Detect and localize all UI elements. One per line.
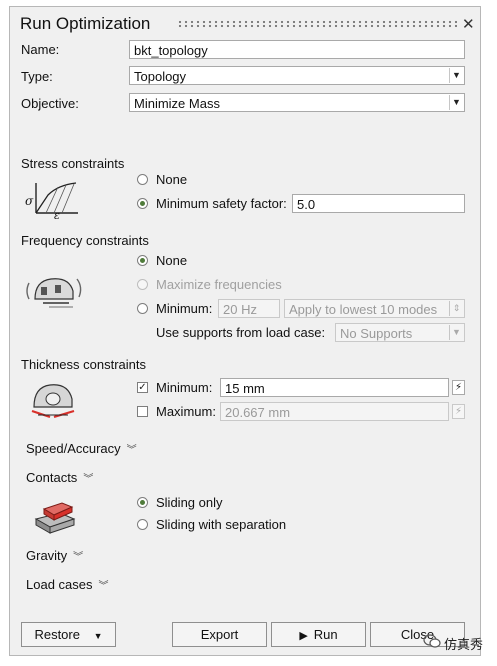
epsilon-symbol: ε [54, 209, 60, 219]
thickness-min-label[interactable]: Minimum: [156, 380, 212, 395]
supports-load-case-label: Use supports from load case: [156, 325, 326, 340]
supports-load-case-value: No Supports [340, 326, 413, 341]
objective-select-value: Minimize Mass [134, 96, 220, 111]
chevron-down-icon: ▼ [93, 631, 103, 641]
sigma-symbol: σ [25, 194, 34, 208]
run-optimization-dialog: Run Optimization ✕ Name: bkt_topology Ty… [9, 6, 481, 656]
drag-handle[interactable] [177, 20, 457, 28]
thickness-part-icon [31, 384, 75, 419]
lightning-icon[interactable]: ⚡ [452, 380, 465, 395]
frequency-minimum-radio[interactable] [137, 303, 148, 314]
double-chevron-down-icon: ︾ [73, 552, 84, 563]
frequency-apply-value: Apply to lowest 10 modes [289, 302, 438, 317]
load-cases-label: Load cases [26, 577, 93, 592]
name-input[interactable]: bkt_topology [129, 40, 465, 59]
contacts-separation-radio[interactable] [137, 519, 148, 530]
type-select-value: Topology [134, 69, 187, 84]
contacts-label: Contacts [26, 470, 78, 485]
vibrating-part-icon [26, 278, 82, 308]
export-button[interactable]: Export [172, 622, 267, 647]
name-label: Name: [21, 42, 60, 57]
stress-none-label[interactable]: None [156, 172, 187, 187]
contacts-sliding-label[interactable]: Sliding only [156, 495, 223, 510]
spinner-icon: ⇕ [449, 301, 463, 316]
wechat-icon [423, 634, 441, 648]
lightning-icon[interactable]: ⚡ [452, 404, 465, 419]
contacts-section[interactable]: Contacts ︾ [26, 470, 93, 485]
speed-accuracy-section[interactable]: Speed/Accuracy ︾ [26, 441, 137, 456]
stress-min-safety-radio[interactable] [137, 198, 148, 209]
speed-accuracy-label: Speed/Accuracy [26, 441, 121, 456]
double-chevron-down-icon: ︾ [126, 445, 137, 456]
chevron-down-icon: ▼ [449, 95, 463, 110]
frequency-minimum-label[interactable]: Minimum: [156, 301, 212, 316]
double-chevron-down-icon: ︾ [98, 581, 109, 592]
thickness-max-input[interactable]: 20.667 mm [220, 402, 449, 421]
run-button-label: Run [313, 627, 338, 642]
export-button-label: Export [200, 627, 239, 642]
gravity-section[interactable]: Gravity ︾ [26, 548, 83, 563]
frequency-apply-select[interactable]: Apply to lowest 10 modes ⇕ [284, 299, 465, 318]
chevron-down-icon: ▼ [449, 68, 463, 83]
play-icon: ▶ [299, 630, 308, 642]
type-label: Type: [21, 69, 53, 84]
watermark-text: 仿真秀 [444, 637, 484, 652]
objective-select[interactable]: Minimize Mass ▼ [129, 93, 465, 112]
frequency-none-radio[interactable] [137, 255, 148, 266]
gravity-label: Gravity [26, 548, 68, 563]
frequency-constraints-header: Frequency constraints [21, 233, 149, 248]
dialog-title: Run Optimization [20, 14, 151, 33]
frequency-maximize-label[interactable]: Maximize frequencies [156, 277, 282, 292]
objective-label: Objective: [21, 96, 79, 111]
double-chevron-down-icon: ︾ [83, 474, 94, 485]
thickness-constraints-header: Thickness constraints [21, 357, 146, 372]
thickness-max-label[interactable]: Maximum: [156, 404, 216, 419]
stress-min-safety-label[interactable]: Minimum safety factor: [156, 196, 287, 211]
restore-button-label: Restore [34, 627, 80, 642]
restore-button[interactable]: Restore ▼ [21, 622, 116, 647]
frequency-none-label[interactable]: None [156, 253, 187, 268]
stress-constraints-header: Stress constraints [21, 156, 125, 171]
supports-load-case-select[interactable]: No Supports ▼ [335, 323, 465, 342]
contacts-separation-label[interactable]: Sliding with separation [156, 517, 286, 532]
safety-factor-input[interactable]: 5.0 [292, 194, 465, 213]
chevron-down-icon: ▼ [449, 325, 463, 340]
close-icon[interactable]: ✕ [462, 15, 475, 33]
stress-none-radio[interactable] [137, 174, 148, 185]
thickness-min-checkbox[interactable]: ✓ [137, 382, 148, 393]
type-select[interactable]: Topology ▼ [129, 66, 465, 85]
thickness-min-input[interactable]: 15 mm [220, 378, 449, 397]
run-button[interactable]: ▶ Run [271, 622, 366, 647]
load-cases-section[interactable]: Load cases ︾ [26, 577, 109, 592]
thickness-max-checkbox[interactable] [137, 406, 148, 417]
contacts-sliding-radio[interactable] [137, 497, 148, 508]
frequency-maximize-radio[interactable] [137, 279, 148, 290]
frequency-min-input[interactable]: 20 Hz [218, 299, 280, 318]
contact-blocks-icon [34, 502, 76, 534]
stress-strain-icon: σ ε [25, 182, 78, 219]
